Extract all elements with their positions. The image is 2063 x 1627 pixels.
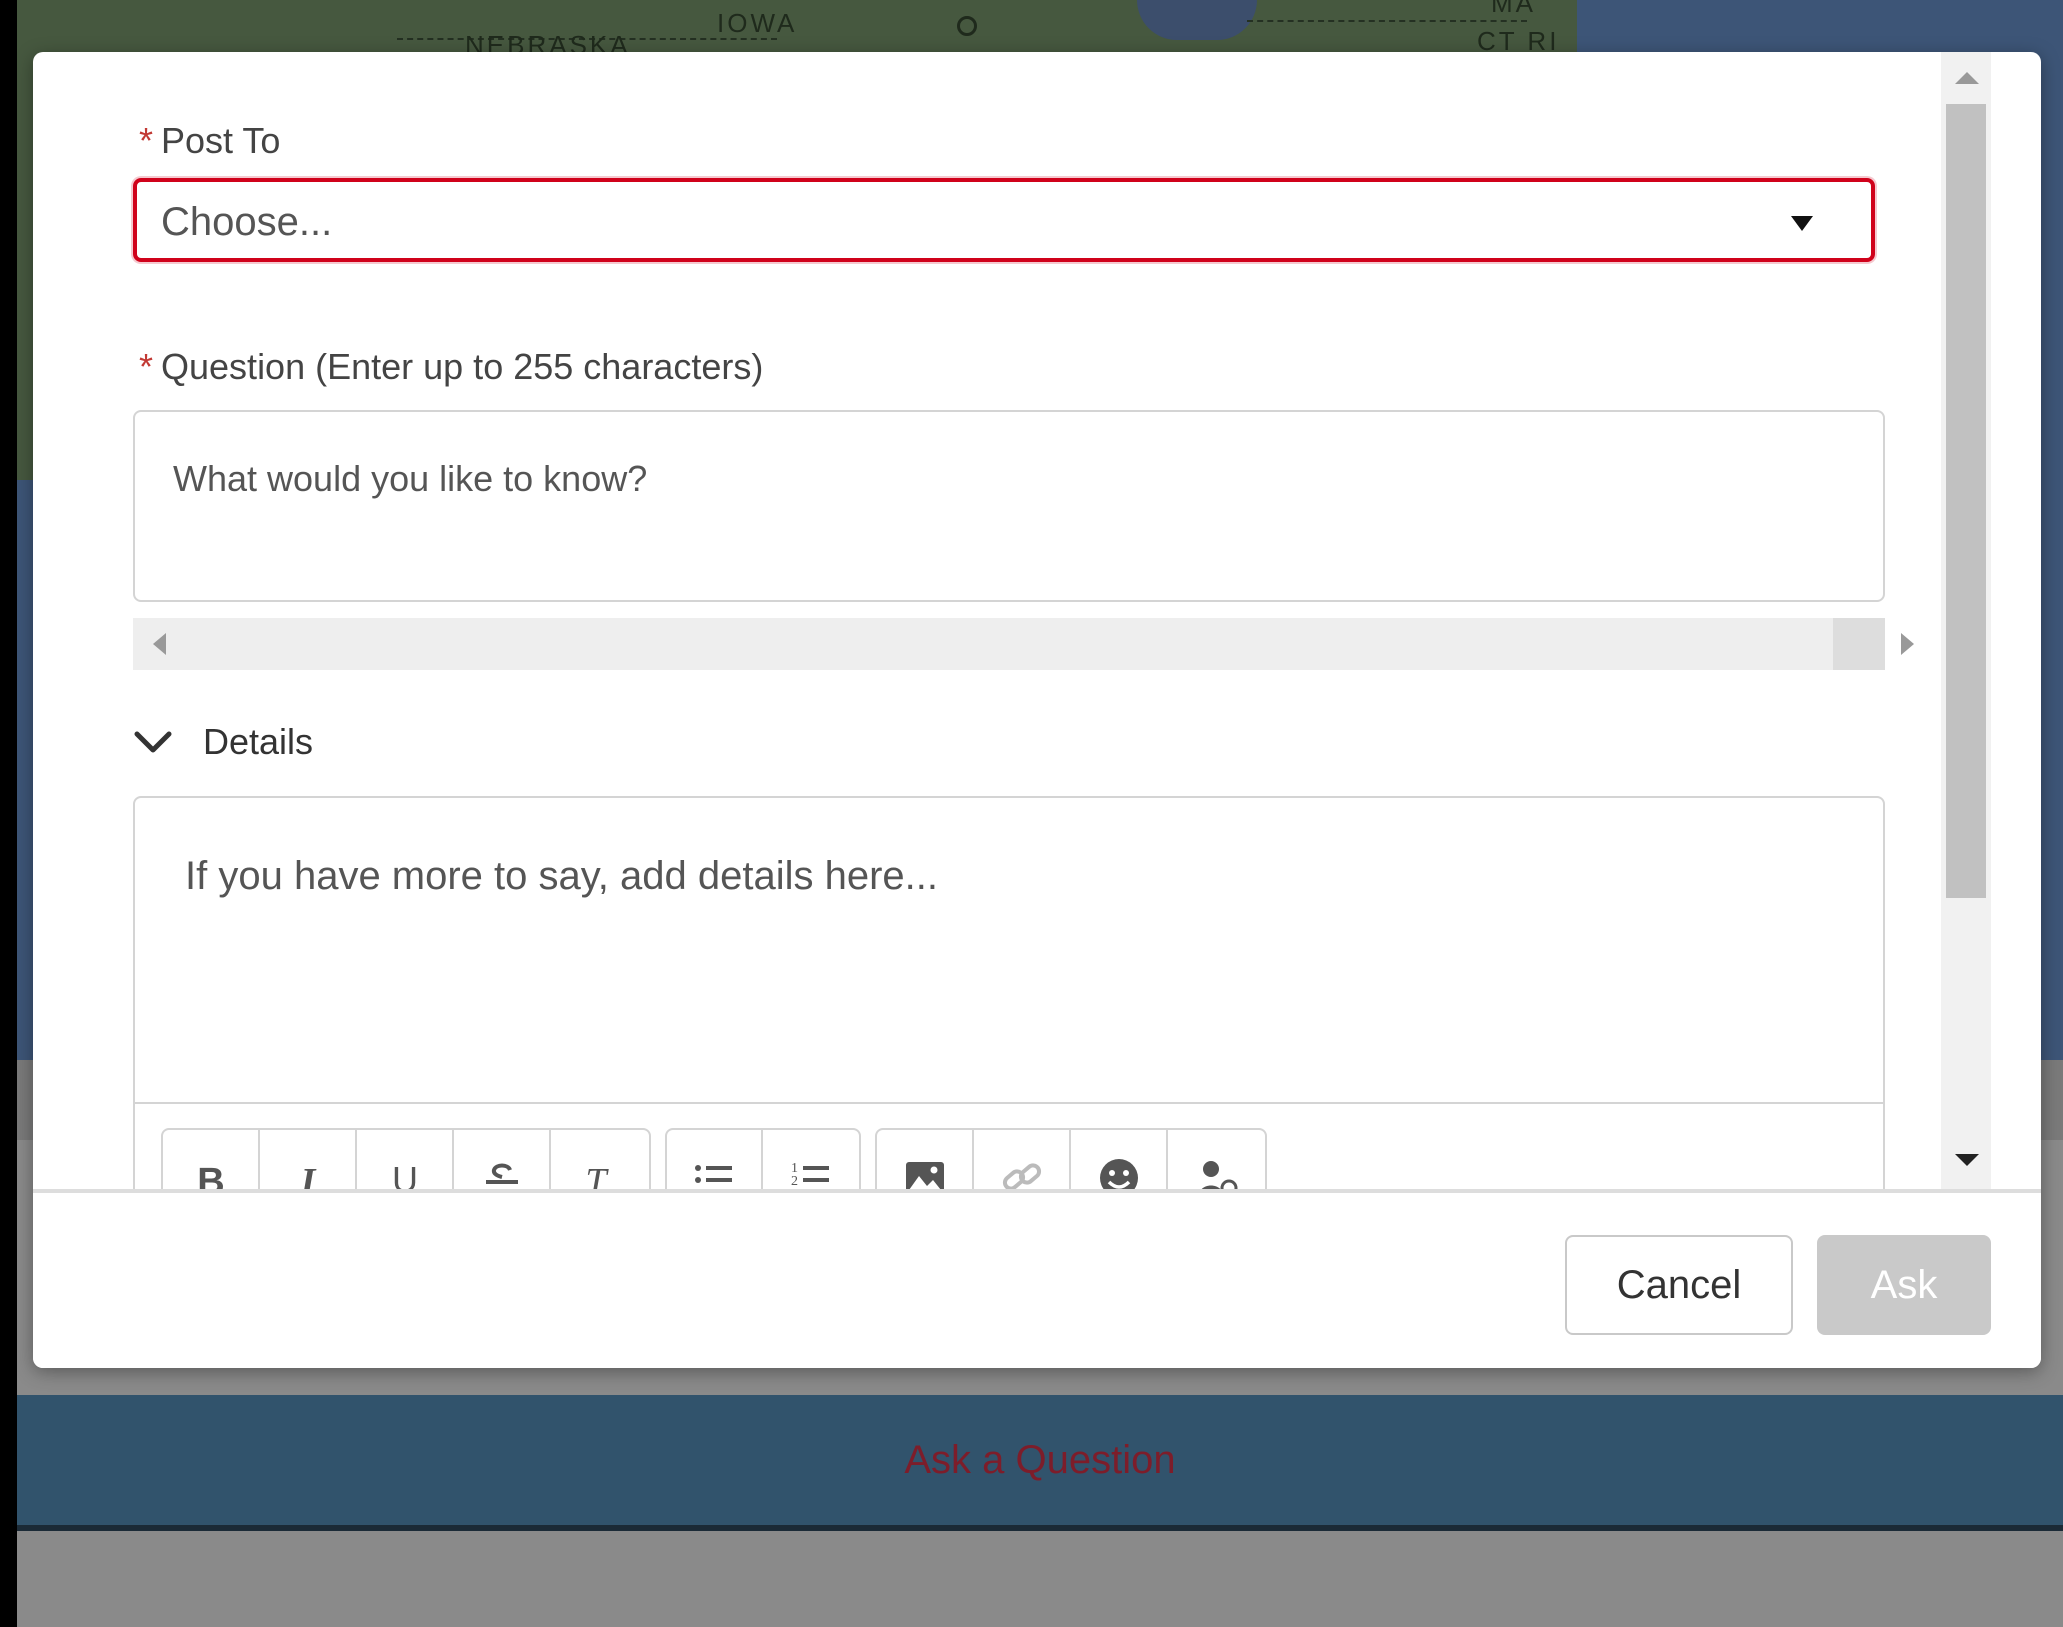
- numbered-list-icon: 1 2 3: [791, 1161, 829, 1189]
- scrollbar-corner: [1833, 618, 1885, 670]
- remove-formatting-icon: Tx: [585, 1161, 619, 1189]
- svg-text:T: T: [585, 1161, 609, 1189]
- scroll-right-icon[interactable]: [1901, 633, 1914, 655]
- link-icon: [1002, 1163, 1041, 1189]
- question-input[interactable]: What would you like to know?: [133, 410, 1885, 602]
- toolbar-divider: [135, 1102, 1883, 1104]
- scroll-up-icon[interactable]: [1955, 72, 1979, 84]
- post-to-label: * Post To: [139, 120, 280, 162]
- state-border: [1247, 20, 1527, 22]
- details-placeholder: If you have more to say, add details her…: [185, 854, 939, 898]
- question-label-text: Question (Enter up to 255 characters): [161, 346, 764, 387]
- vertical-scrollbar[interactable]: [1941, 52, 1991, 1189]
- emoji-icon: [1099, 1159, 1138, 1189]
- post-to-selected-value: Choose...: [161, 200, 333, 244]
- text-format-group: B I U Tx: [161, 1128, 651, 1189]
- insert-image-button[interactable]: [877, 1130, 974, 1189]
- insert-link-button[interactable]: [974, 1130, 1071, 1189]
- required-mark: *: [139, 346, 154, 387]
- scroll-left-icon[interactable]: [153, 633, 166, 655]
- bulleted-list-button[interactable]: [667, 1130, 764, 1189]
- lake-shape: [1137, 0, 1257, 40]
- required-mark: *: [139, 120, 154, 161]
- bold-button[interactable]: B: [163, 1130, 260, 1189]
- modal-footer: Cancel Ask: [33, 1189, 2041, 1368]
- mention-icon: [1201, 1161, 1237, 1189]
- list-group: 1 2 3: [665, 1128, 861, 1189]
- insert-group: [875, 1128, 1267, 1189]
- details-toggle-label: Details: [203, 721, 314, 762]
- chevron-down-icon: [134, 731, 172, 753]
- horizontal-scrollbar[interactable]: [133, 618, 1914, 670]
- image-icon: [905, 1162, 944, 1189]
- ask-button[interactable]: Ask: [1817, 1235, 1991, 1335]
- italic-icon: I: [299, 1161, 316, 1189]
- bulleted-list-icon: [695, 1165, 732, 1183]
- bold-icon: B: [197, 1161, 224, 1189]
- svg-text:I: I: [299, 1161, 316, 1189]
- post-to-label-text: Post To: [161, 120, 281, 161]
- question-placeholder: What would you like to know?: [173, 458, 648, 499]
- svg-text:B: B: [197, 1161, 224, 1189]
- question-label: * Question (Enter up to 255 characters): [139, 346, 763, 388]
- details-toggle[interactable]: Details: [133, 712, 313, 772]
- scroll-down-icon[interactable]: [1955, 1154, 1979, 1166]
- svg-text:U: U: [392, 1159, 418, 1189]
- map-label-ma: MA: [1491, 0, 1536, 18]
- caret-down-icon: [1791, 216, 1813, 231]
- mention-button[interactable]: [1168, 1130, 1265, 1189]
- numbered-list-button[interactable]: 1 2 3: [763, 1130, 859, 1189]
- strikethrough-button[interactable]: [454, 1130, 551, 1189]
- ask-question-link[interactable]: Ask a Question: [904, 1438, 1175, 1483]
- ask-question-bar[interactable]: Ask a Question: [17, 1395, 2063, 1531]
- strikethrough-icon: [485, 1163, 518, 1184]
- ask-question-modal: * Post To Choose... * Question (Enter up t…: [33, 52, 2041, 1368]
- italic-button[interactable]: I: [260, 1130, 357, 1189]
- cancel-button[interactable]: Cancel: [1565, 1235, 1793, 1335]
- underline-button[interactable]: U: [357, 1130, 454, 1189]
- page-footer-area: [17, 1531, 2063, 1627]
- post-to-select[interactable]: Choose...: [133, 178, 1875, 262]
- remove-formatting-button[interactable]: Tx: [551, 1130, 648, 1189]
- city-marker: [957, 16, 977, 36]
- insert-emoji-button[interactable]: [1071, 1130, 1168, 1189]
- map-label-iowa: IOWA: [717, 8, 798, 38]
- scrollbar-thumb[interactable]: [1946, 104, 1986, 898]
- underline-icon: U: [392, 1159, 418, 1189]
- modal-body: * Post To Choose... * Question (Enter up t…: [33, 52, 1991, 1189]
- details-editor[interactable]: If you have more to say, add details her…: [133, 796, 1885, 1189]
